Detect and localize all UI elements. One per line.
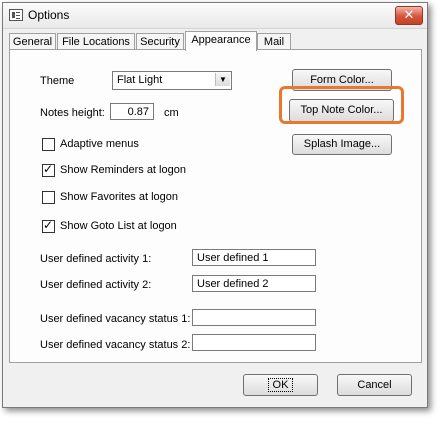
activity2-input[interactable]: User defined 2 [192, 275, 316, 292]
activity1-label: User defined activity 1: [40, 253, 152, 265]
tab-general[interactable]: General [9, 33, 56, 50]
activity2-label: User defined activity 2: [40, 279, 152, 291]
checkbox-box [42, 138, 55, 151]
title-bar[interactable]: Options ✕ [3, 3, 427, 29]
close-button[interactable]: ✕ [395, 6, 423, 25]
notes-height-label: Notes height: [40, 107, 105, 119]
theme-label: Theme [40, 75, 75, 87]
notes-height-input[interactable]: 0.87 [110, 103, 154, 120]
theme-select[interactable]: Flat Light ▼ [112, 71, 232, 90]
tab-file-locations[interactable]: File Locations [57, 33, 135, 50]
checkmark-icon: ✓ [43, 162, 54, 176]
checkbox-box: ✓ [42, 218, 55, 233]
checkbox-label: Show Goto List at logon [60, 220, 177, 232]
app-icon [9, 9, 23, 21]
window-title: Options [28, 8, 70, 22]
ok-button-label: OK [267, 378, 294, 392]
tab-mail[interactable]: Mail [257, 33, 291, 50]
vacancy1-input[interactable] [192, 309, 316, 326]
checkbox-label: Adaptive menus [60, 138, 139, 150]
cancel-button[interactable]: Cancel [337, 374, 412, 396]
checkbox-label: Show Favorites at logon [60, 191, 179, 203]
notes-height-unit: cm [164, 107, 179, 119]
checkmark-icon: ✓ [43, 218, 54, 232]
vacancy2-input[interactable] [192, 334, 316, 351]
tab-security[interactable]: Security [136, 33, 184, 50]
checkbox-label: Show Reminders at logon [60, 164, 186, 176]
activity1-input[interactable]: User defined 1 [192, 249, 316, 266]
checkbox-box [42, 191, 55, 204]
close-icon: ✕ [403, 7, 415, 22]
theme-select-value: Flat Light [117, 74, 163, 86]
checkbox-box: ✓ [42, 162, 55, 177]
vacancy1-label: User defined vacancy status 1: [40, 313, 191, 325]
options-dialog: Options ✕ General File Locations Securit… [2, 2, 428, 408]
highlight-box [279, 86, 404, 124]
ok-button[interactable]: OK [243, 374, 318, 396]
tab-appearance[interactable]: Appearance [185, 31, 257, 51]
chevron-down-icon: ▼ [215, 73, 230, 86]
vacancy2-label: User defined vacancy status 2: [40, 339, 191, 351]
splash-image-button[interactable]: Splash Image... [292, 134, 392, 155]
